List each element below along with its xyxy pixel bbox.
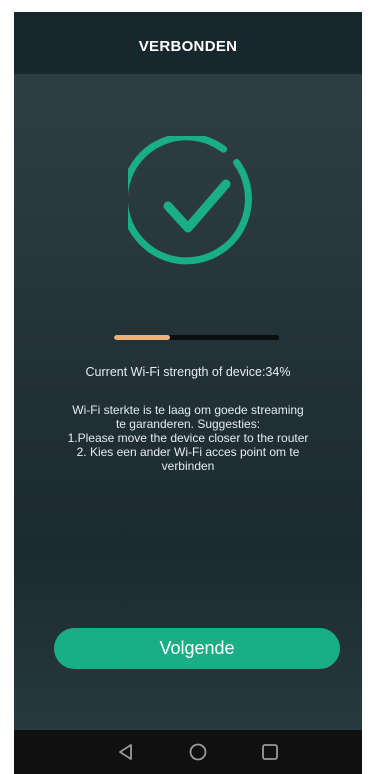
header-bar: VERBONDEN xyxy=(14,12,362,74)
app-screen: VERBONDEN Current Wi-Fi strength of devi… xyxy=(14,12,362,730)
check-circle-icon xyxy=(120,133,264,272)
home-circle-icon[interactable] xyxy=(188,742,208,762)
message-line: 2. Kies een ander Wi-Fi acces point om t… xyxy=(76,445,300,459)
back-triangle-icon[interactable] xyxy=(116,742,136,762)
message-line: te garanderen. Suggesties: xyxy=(115,417,261,431)
suggestion-message: Wi-Fi sterkte is te laag om goede stream… xyxy=(44,403,332,473)
wifi-strength-label: Current Wi-Fi strength of device:34% xyxy=(85,365,291,379)
phone-screen: VERBONDEN Current Wi-Fi strength of devi… xyxy=(14,12,362,774)
system-navigation-bar xyxy=(14,730,362,774)
message-line: Wi-Fi sterkte is te laag om goede stream… xyxy=(72,403,304,417)
wifi-strength-bar xyxy=(114,335,279,340)
wifi-strength-bar-fill xyxy=(114,335,171,340)
message-line: 1.Please move the device closer to the r… xyxy=(67,431,309,445)
next-button[interactable]: Volgende xyxy=(54,628,340,669)
page-title: VERBONDEN xyxy=(138,37,238,55)
message-line: verbinden xyxy=(161,459,215,473)
recents-square-icon[interactable] xyxy=(260,742,280,762)
